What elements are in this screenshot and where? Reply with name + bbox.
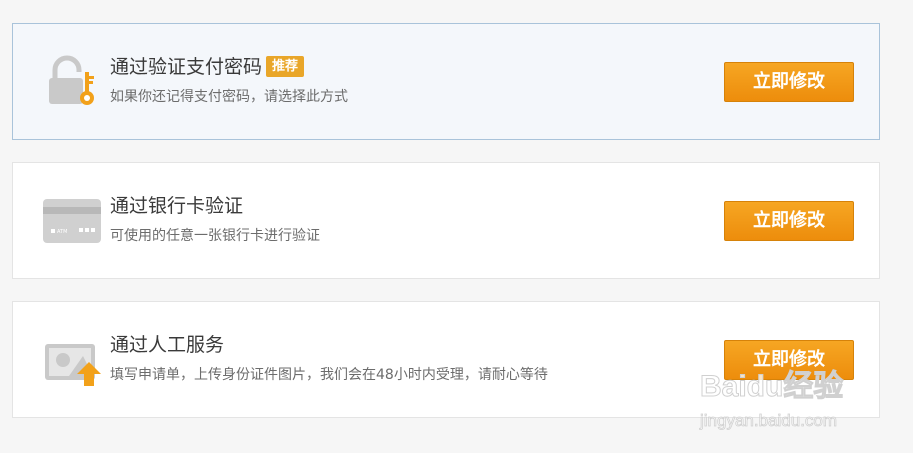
option-title-text: 通过验证支付密码 [110,56,263,78]
modify-via-password-button[interactable]: 立即修改 [724,62,854,102]
watermark-url: jingyan.baidu.com [699,411,837,430]
option-title: 通过银行卡验证 [110,195,244,217]
recommended-badge: 推荐 [266,56,305,77]
option-title: 通过人工服务 [110,334,225,356]
id-upload-icon [43,330,103,390]
option-payment-password: 通过验证支付密码 推荐 如果你还记得支付密码，请选择此方式 立即修改 [12,23,880,140]
lock-key-icon [43,52,103,112]
baidu-jingyan-watermark: Baidu经验 jingyan.baidu.com [698,360,868,435]
option-description: 可使用的任意一张银行卡进行验证 [110,228,320,244]
bank-card-icon: ATM [43,191,103,251]
modify-via-bank-card-button[interactable]: 立即修改 [724,201,854,241]
option-title: 通过验证支付密码 推荐 [110,54,305,80]
watermark-logo: Baidu经验 [700,369,843,403]
option-description: 填写申请单，上传身份证件图片，我们会在48小时内受理，请耐心等待 [110,367,548,383]
option-description: 如果你还记得支付密码，请选择此方式 [110,89,348,105]
card-atm-text: ATM [57,229,67,235]
option-bank-card: ATM 通过银行卡验证 可使用的任意一张银行卡进行验证 立即修改 [12,162,880,279]
